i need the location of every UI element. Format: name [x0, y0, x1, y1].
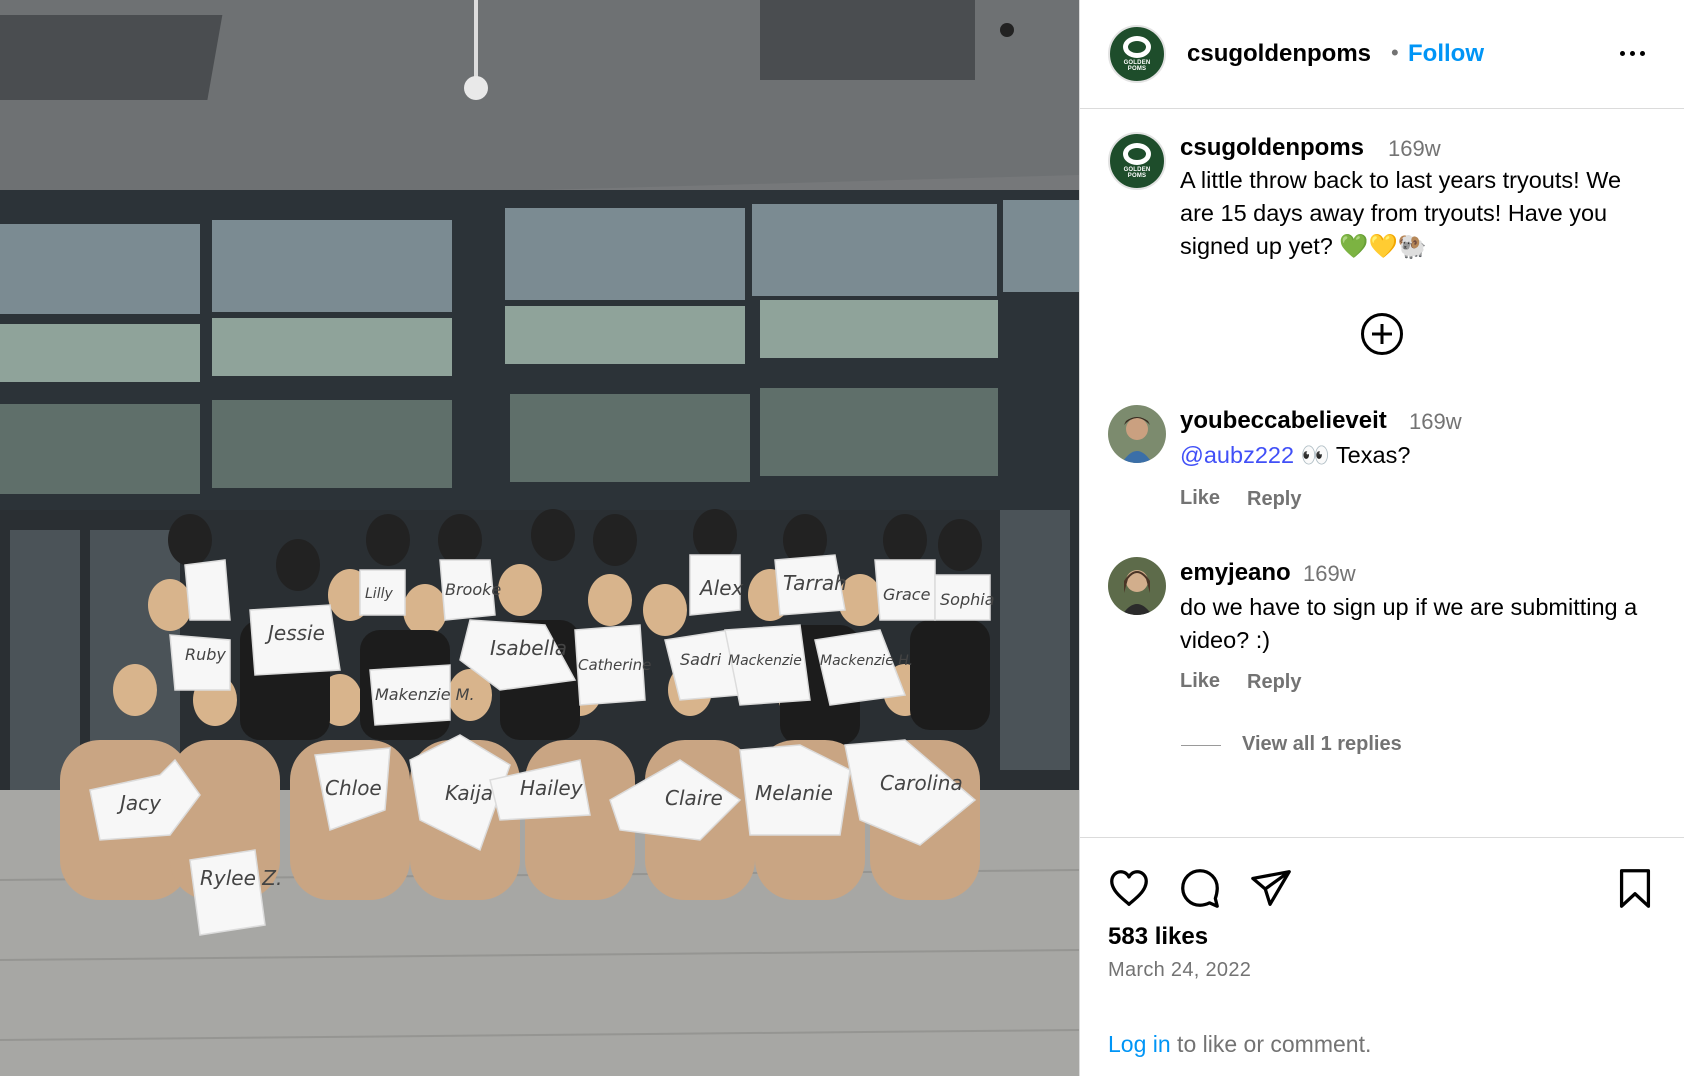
heart-icon[interactable] — [1106, 865, 1152, 911]
sign-ruby: Ruby — [185, 645, 226, 664]
caption-timestamp[interactable]: 169w — [1388, 136, 1441, 162]
comment-body: 👀 Texas? — [1294, 442, 1411, 468]
login-suffix: to like or comment. — [1170, 1031, 1372, 1057]
post-date[interactable]: March 24, 2022 — [1108, 959, 1251, 982]
sign-rylee: Rylee Z. — [200, 866, 282, 890]
sign-hailey: Hailey — [520, 776, 584, 800]
sign-catherine: Catherine — [578, 656, 651, 674]
comment-mention-link[interactable]: @aubz222 — [1180, 442, 1294, 468]
view-replies-button[interactable]: View all 1 replies — [1181, 733, 1581, 757]
sign-melanie: Melanie — [755, 781, 833, 805]
caption-text: A little throw back to last years tryout… — [1180, 167, 1622, 259]
header-username[interactable]: csugoldenpoms — [1187, 40, 1371, 68]
share-icon[interactable] — [1248, 865, 1294, 911]
sign-sadri: Sadri — [680, 650, 722, 669]
avatar-logo-text-2: POMS — [1127, 66, 1147, 72]
sign-jessie: Jessie — [264, 621, 325, 645]
more-icon-dot — [1629, 50, 1635, 56]
bookmark-icon[interactable] — [1612, 865, 1658, 911]
login-link[interactable]: Log in — [1108, 1031, 1171, 1057]
ram-logo-icon — [1123, 36, 1151, 58]
more-icon-dot — [1639, 50, 1645, 56]
comment-reply-button[interactable]: Reply — [1247, 488, 1301, 511]
sign-kaija: Kaija — [445, 781, 493, 805]
header-separator: • — [1391, 40, 1399, 65]
more-options-button[interactable] — [1612, 38, 1652, 68]
sign-isabella: Isabella — [490, 636, 567, 660]
sign-carolina: Carolina — [880, 771, 963, 795]
comment-username[interactable]: youbeccabelieveit — [1180, 407, 1387, 435]
sign-alex: Alex — [698, 576, 744, 600]
avatar-photo-icon — [1108, 405, 1166, 463]
sign-brooke: Brooke — [445, 580, 501, 599]
comment-like-button[interactable]: Like — [1180, 487, 1220, 510]
replies-divider — [1181, 745, 1221, 746]
comment-text: do we have to sign up if we are submitti… — [1180, 594, 1638, 653]
comment-username[interactable]: emyjeano — [1180, 559, 1291, 587]
sign-grace: Grace — [883, 585, 931, 604]
follow-button[interactable]: Follow — [1408, 40, 1484, 68]
sign-mackenzie: Mackenzie — [728, 653, 802, 669]
comment-timestamp[interactable]: 169w — [1409, 409, 1462, 435]
sign-lilly: Lilly — [365, 586, 393, 602]
likes-count[interactable]: 583 likes — [1108, 923, 1208, 951]
comment-icon[interactable] — [1177, 865, 1223, 911]
comment-reply-button[interactable]: Reply — [1247, 671, 1301, 694]
ram-logo-icon — [1123, 143, 1151, 165]
sign-mackenzie-h: Mackenzie H. — [820, 653, 913, 669]
comment-like-button[interactable]: Like — [1180, 670, 1220, 693]
comment-text: @aubz222 👀 Texas? — [1180, 439, 1660, 472]
commenter-avatar[interactable] — [1108, 557, 1166, 615]
post-side-panel: GOLDEN POMS csugoldenpoms • Follow GOLDE… — [1079, 0, 1684, 1076]
sign-tarrah: Tarrah — [783, 571, 847, 595]
more-icon-dot — [1619, 50, 1625, 56]
sign-chloe: Chloe — [325, 776, 382, 800]
sign-jacy: Jacy — [116, 791, 162, 815]
login-prompt: Log in to like or comment. — [1108, 1031, 1371, 1058]
post-photo[interactable]: Jacy Rylee Z. Chloe Kaija Hailey Claire … — [0, 0, 1079, 1076]
account-avatar[interactable]: GOLDEN POMS — [1108, 25, 1166, 83]
caption-username[interactable]: csugoldenpoms — [1180, 134, 1364, 162]
sign-makenzie-m: Makenzie M. — [375, 685, 475, 704]
avatar-logo-text-2: POMS — [1127, 173, 1147, 179]
post-header: GOLDEN POMS csugoldenpoms • Follow — [1080, 0, 1684, 109]
avatar-photo-icon — [1108, 557, 1166, 615]
post-actions: 583 likes March 24, 2022 Log in to like … — [1080, 837, 1684, 1076]
post-photo-illustration: Jacy Rylee Z. Chloe Kaija Hailey Claire … — [0, 0, 1079, 1076]
add-comment-icon[interactable] — [1361, 313, 1403, 355]
sign-sophia: Sophia — [940, 590, 995, 609]
caption-avatar[interactable]: GOLDEN POMS — [1108, 132, 1166, 190]
view-replies-label: View all 1 replies — [1242, 733, 1402, 755]
comment-timestamp[interactable]: 169w — [1303, 561, 1356, 587]
sign-claire: Claire — [665, 786, 723, 810]
commenter-avatar[interactable] — [1108, 405, 1166, 463]
